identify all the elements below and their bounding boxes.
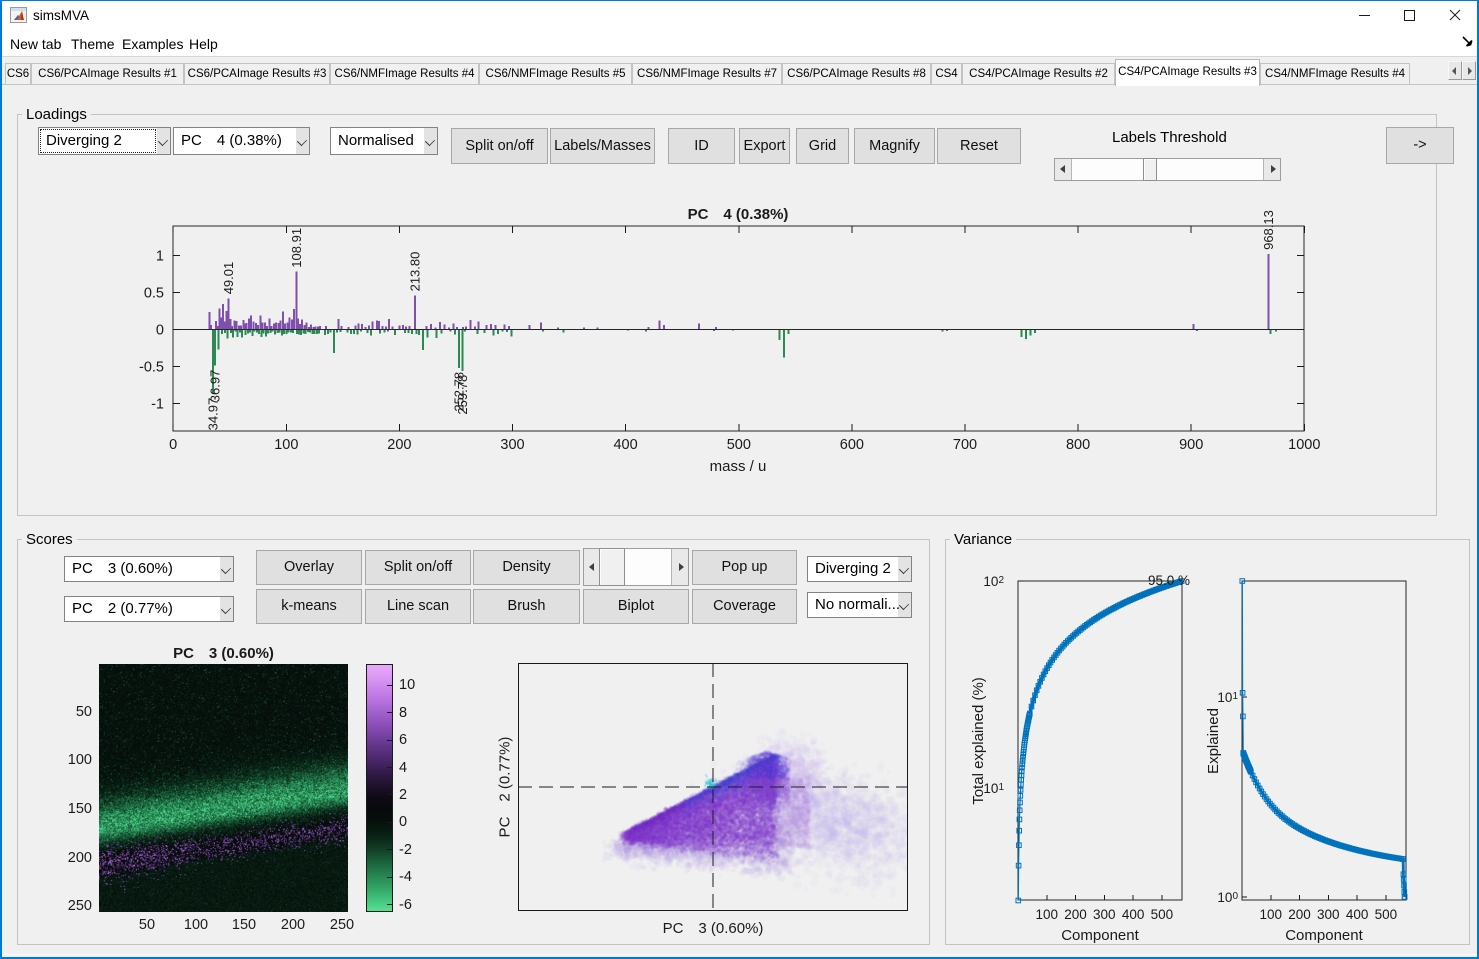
svg-text:Explained: Explained — [1205, 708, 1222, 774]
svg-text:400: 400 — [1122, 907, 1145, 922]
svg-text:101: 101 — [1217, 690, 1238, 705]
svg-text:200: 200 — [1288, 907, 1311, 922]
svg-text:Component: Component — [1285, 927, 1363, 944]
svg-text:Total explained (%): Total explained (%) — [970, 677, 987, 805]
svg-text:100: 100 — [1036, 907, 1059, 922]
svg-text:95.0 %: 95.0 % — [1148, 573, 1190, 588]
svg-text:Component: Component — [1061, 927, 1139, 944]
svg-text:300: 300 — [1317, 907, 1340, 922]
svg-text:102: 102 — [983, 574, 1004, 589]
svg-text:400: 400 — [1346, 907, 1369, 922]
svg-text:200: 200 — [1064, 907, 1087, 922]
svg-text:300: 300 — [1093, 907, 1116, 922]
svg-text:100: 100 — [1217, 890, 1238, 905]
svg-text:500: 500 — [1375, 907, 1398, 922]
svg-text:100: 100 — [1260, 907, 1283, 922]
svg-text:500: 500 — [1151, 907, 1174, 922]
